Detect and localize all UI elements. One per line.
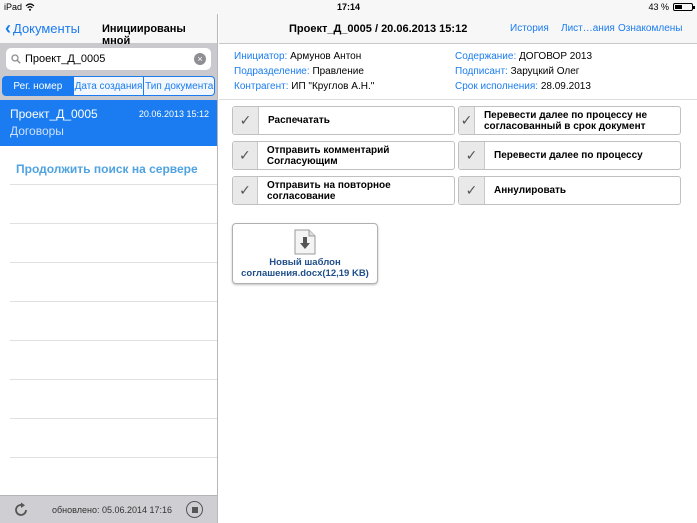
- initiator-label: Инициатор:: [234, 51, 288, 62]
- chevron-left-icon: ‹: [5, 18, 11, 38]
- forward-process-button[interactable]: ✓ Перевести далее по процессу: [458, 141, 681, 170]
- initiator-value: Армунов Антон: [290, 51, 362, 62]
- contractor-value: ИП "Круглов А.Н.": [291, 81, 375, 92]
- attachment-card[interactable]: Новый шаблон соглашения.docx(12,19 KB): [232, 223, 378, 284]
- approval-sheet-link[interactable]: Лист…ания: [561, 23, 615, 34]
- document-detail-panel: Проект_Д_0005 / 20.06.2013 15:12 История…: [219, 14, 697, 523]
- send-comment-button[interactable]: ✓ Отправить комментарий Согласующим: [232, 141, 455, 170]
- document-metadata: Инициатор: Армунов Антон Содержание: ДОГ…: [219, 44, 697, 100]
- history-link[interactable]: История: [510, 23, 549, 34]
- sort-segment-1[interactable]: Дата создания: [73, 76, 145, 96]
- content-value: ДОГОВОР 2013: [519, 51, 593, 62]
- sort-segment-0[interactable]: Рег. номер: [2, 76, 74, 96]
- signer-value: Заруцкий Олег: [510, 66, 580, 77]
- checkmark-icon: ✓: [233, 107, 259, 134]
- back-button-label: Документы: [13, 21, 81, 36]
- document-date: 20.06.2013 15:12: [138, 109, 209, 119]
- download-file-icon: [294, 229, 316, 255]
- checkmark-icon: ✓: [459, 107, 475, 134]
- checkmark-icon: ✓: [233, 142, 258, 169]
- department-label: Подразделение:: [234, 66, 310, 77]
- sort-segmented-control: Рег. номер Дата создания Тип документа: [0, 74, 217, 100]
- empty-list-area: Продолжить поиск на сервере: [0, 146, 217, 458]
- refresh-icon[interactable]: [13, 502, 29, 518]
- left-toolbar: обновлено: 05.06.2014 17:16: [0, 495, 217, 523]
- document-list-item[interactable]: Проект_Д_0005 20.06.2013 15:12 Договоры: [0, 100, 217, 146]
- contractor-label: Контрагент:: [234, 81, 289, 92]
- search-box: ×: [6, 48, 211, 70]
- documents-list-panel: ‹ Документы Инициированы мной × Рег. ном…: [0, 14, 218, 523]
- checkmark-icon: ✓: [233, 177, 258, 204]
- continue-search-on-server-button[interactable]: Продолжить поиск на сервере: [16, 162, 198, 176]
- back-button[interactable]: ‹ Документы: [5, 18, 81, 38]
- content-label: Содержание:: [455, 51, 517, 62]
- checkmark-icon: ✓: [459, 177, 485, 204]
- department-value: Правление: [312, 66, 364, 77]
- forward-overdue-button[interactable]: ✓ Перевести далее по процессу не согласо…: [458, 106, 681, 135]
- search-bar: ×: [0, 44, 217, 74]
- deadline-value: 28.09.2013: [540, 81, 591, 92]
- right-nav-bar: Проект_Д_0005 / 20.06.2013 15:12 История…: [219, 14, 697, 44]
- signer-label: Подписант:: [455, 66, 508, 77]
- status-bar: iPad 17:14 43 %: [0, 0, 697, 14]
- search-icon: [11, 54, 21, 64]
- resend-approval-button[interactable]: ✓ Отправить на повторное согласование: [232, 176, 455, 205]
- deadline-label: Срок исполнения:: [455, 81, 539, 92]
- document-name: Проект_Д_0005: [10, 107, 98, 121]
- print-button[interactable]: ✓ Распечатать: [232, 106, 455, 135]
- last-updated-text: обновлено: 05.06.2014 17:16: [52, 505, 173, 515]
- sort-segment-2[interactable]: Тип документа: [144, 76, 216, 96]
- acquainted-link[interactable]: Ознакомлены: [618, 23, 682, 34]
- stop-icon[interactable]: [186, 501, 203, 518]
- clear-search-icon[interactable]: ×: [194, 53, 206, 65]
- document-title: Проект_Д_0005 / 20.06.2013 15:12: [289, 23, 468, 35]
- checkmark-icon: ✓: [459, 142, 485, 169]
- document-type: Договоры: [10, 124, 64, 138]
- battery-percent: 43 %: [648, 2, 669, 12]
- search-input[interactable]: [25, 53, 194, 65]
- cancel-document-button[interactable]: ✓ Аннулировать: [458, 176, 681, 205]
- attachment-name: Новый шаблон соглашения.docx(12,19 KB): [241, 257, 369, 279]
- status-time: 17:14: [336, 2, 361, 12]
- battery-icon: [673, 3, 695, 11]
- left-nav-bar: ‹ Документы Инициированы мной: [0, 14, 217, 47]
